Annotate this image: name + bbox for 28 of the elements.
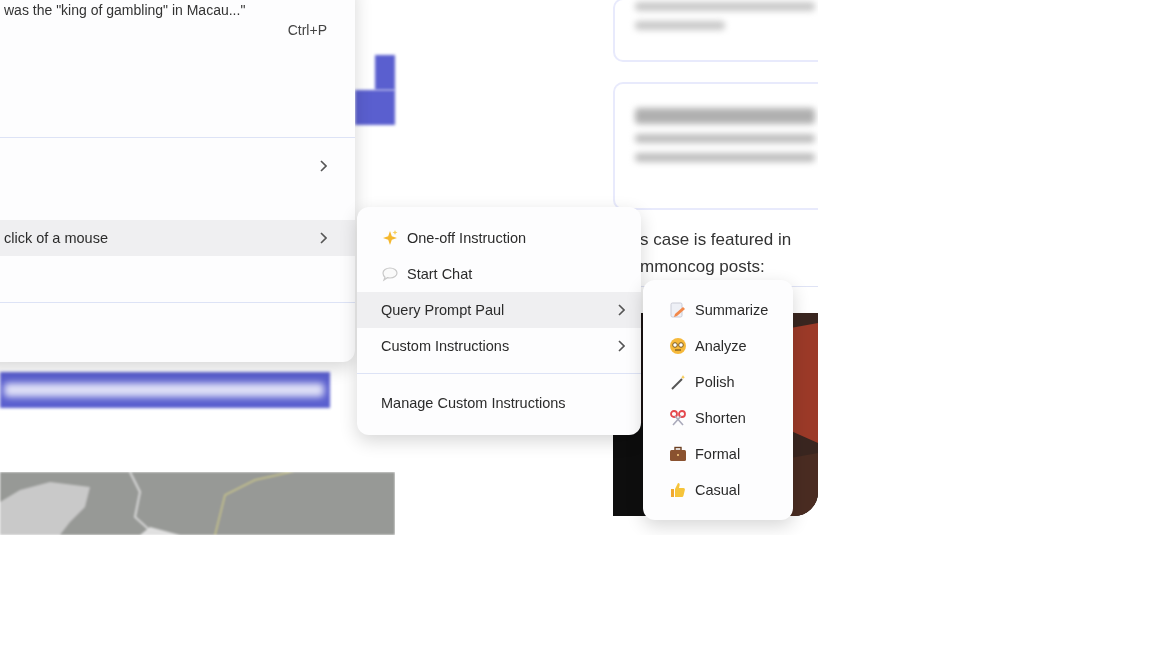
menu-item[interactable]: click of a mouse <box>0 220 355 256</box>
menu-item[interactable]: Start Chat <box>357 256 641 292</box>
menu-item[interactable]: Summarize <box>643 292 793 328</box>
article-text: s case is featured in <box>639 229 793 251</box>
chevron-right-icon <box>319 160 327 172</box>
menu-item[interactable]: Analyze <box>643 328 793 364</box>
thumbs-up-icon <box>669 481 687 499</box>
shortcut-text: Ctrl+P <box>287 22 327 38</box>
menu-item[interactable]: Formal <box>643 436 793 472</box>
menu-item[interactable]: Query Prompt Paul <box>357 292 641 328</box>
magic-wand-icon <box>669 373 687 391</box>
menu-item[interactable]: Casual <box>643 472 793 508</box>
menu-item[interactable]: Custom Instructions <box>357 328 641 364</box>
menu-item[interactable]: Shorten <box>643 400 793 436</box>
scissors-icon <box>669 409 687 427</box>
face-monocle-icon <box>669 337 687 355</box>
item-description: was the "king of gambling" in Macau..." <box>4 2 247 18</box>
sparkles-icon <box>381 229 399 247</box>
briefcase-icon <box>669 446 687 462</box>
menu-item[interactable]: Polish <box>643 364 793 400</box>
menu-item[interactable]: One-off Instruction <box>357 220 641 256</box>
speech-bubble-icon <box>381 266 399 282</box>
chevron-right-icon <box>617 304 625 316</box>
chevron-right-icon <box>617 340 625 352</box>
memo-pencil-icon <box>669 301 687 319</box>
article-text: mmoncog posts: <box>639 256 766 278</box>
chevron-right-icon <box>319 232 327 244</box>
menu-item[interactable]: Manage Custom Instructions <box>357 385 641 421</box>
